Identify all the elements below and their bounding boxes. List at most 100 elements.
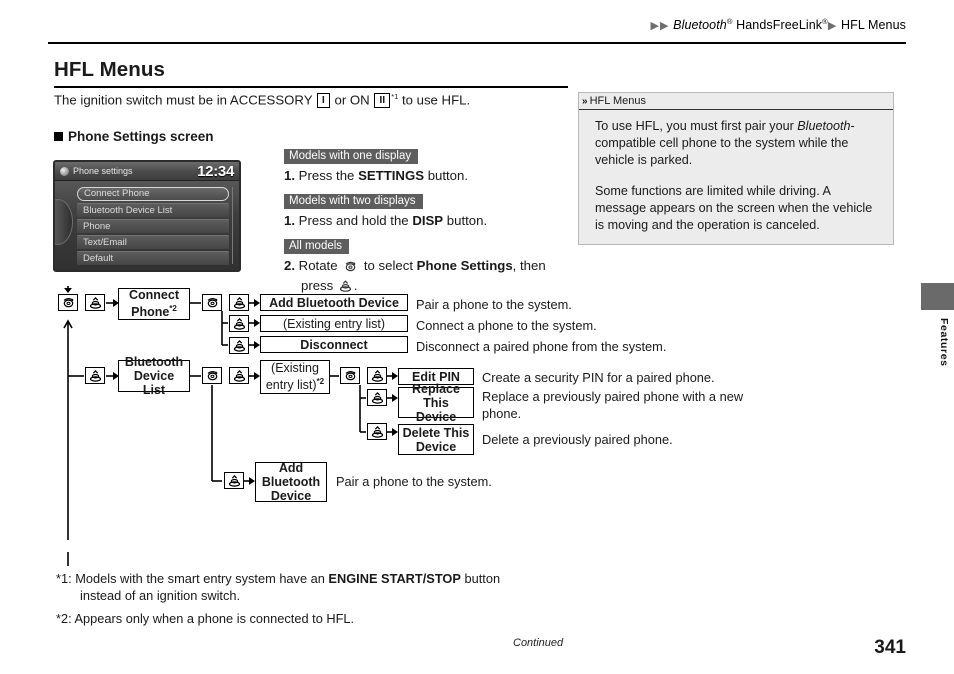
side-note-box: » HFL Menus To use HFL, you must first p… [578, 92, 894, 245]
press-knob-icon [224, 472, 244, 489]
rotary-knob-icon [343, 260, 358, 277]
flow-node-connect-phone[interactable]: Connect Phone*2 [118, 288, 190, 320]
screen-title-bar: Phone settings 12:34 [55, 162, 239, 181]
step-target-phone-settings: Phone Settings [416, 258, 513, 273]
side-note-paragraph-1: To use HFL, you must first pair your Blu… [595, 118, 881, 169]
flow-node-add-bluetooth-device-2[interactable]: Add Bluetooth Device [255, 461, 327, 503]
breadcrumb-arrow-icon: ▶ [660, 20, 669, 33]
continued-label: Continued [513, 637, 564, 649]
page-title: HFL Menus [54, 58, 165, 81]
footnote-1-text-a: Models with the smart entry system have … [75, 571, 325, 586]
step-text-mid: to select [363, 258, 413, 273]
breadcrumb: ▶▶ Bluetooth® HandsFreeLink®▶ HFL Menus [650, 17, 906, 32]
flow-desc-edit-pin: Create a security PIN for a paired phone… [482, 370, 715, 385]
section-subhead-label: Phone Settings screen [68, 129, 214, 144]
press-knob-icon [85, 294, 105, 311]
features-tab-marker [921, 283, 954, 310]
press-knob-icon [229, 337, 249, 354]
side-note-body: To use HFL, you must first pair your Blu… [579, 110, 893, 244]
footnote-2-marker: *2: [56, 611, 72, 626]
step-text-post: button. [446, 213, 488, 228]
screen-title-label: Phone settings [73, 166, 133, 176]
step-number: 2. [284, 258, 295, 273]
screen-menu-item-bluetooth-device-list[interactable]: Bluetooth Device List [77, 203, 229, 217]
footnote-1-line2: instead of an ignition switch. [80, 588, 241, 603]
step-text-pre: Rotate [298, 258, 338, 273]
flow-node-delete-this-device[interactable]: Delete This Device [398, 424, 474, 455]
screen-menu-item-text-email[interactable]: Text/Email [77, 235, 229, 249]
settings-gear-icon [60, 166, 69, 176]
header-divider [48, 42, 906, 44]
instruction-steps: Models with one display 1. Press the SET… [284, 146, 564, 304]
flow-node-existing-entry-list-2[interactable]: (Existing entry list)*2 [260, 360, 330, 394]
flow-node-existing-entry-list-2-label: (Existing entry list) [265, 361, 319, 393]
breadcrumb-segment-hfl-menus: HFL Menus [840, 18, 906, 33]
press-knob-icon [229, 315, 249, 332]
flow-desc-disconnect: Disconnect a paired phone from the syste… [416, 339, 667, 354]
intro-text-part3: to use HFL. [401, 92, 471, 108]
breadcrumb-arrow-icon: ▶ [827, 20, 837, 33]
tag-models-two-displays: Models with two displays [284, 193, 423, 209]
screen-menu-item-default[interactable]: Default [77, 251, 229, 265]
screen-menu-item-connect-phone[interactable]: Connect Phone [77, 187, 229, 201]
intro-text: The ignition switch must be in ACCESSORY… [54, 92, 471, 109]
intro-text-part2: or ON [334, 92, 370, 108]
flow-desc-delete-this-device: Delete a previously paired phone. [482, 432, 673, 447]
side-note-paragraph-2: Some functions are limited while driving… [595, 184, 873, 232]
side-note-header: » HFL Menus [579, 93, 893, 110]
tag-all-models: All models [284, 238, 350, 254]
flow-node-add-bluetooth-device-1[interactable]: Add Bluetooth Device [260, 294, 408, 311]
footnote-ref-1: *1 [391, 92, 399, 101]
side-note-p1-italic: Bluetooth [797, 119, 851, 133]
tag-models-one-display: Models with one display [284, 148, 419, 164]
step-text-line2-pre: press [301, 278, 334, 293]
flow-node-bluetooth-device-list[interactable]: Bluetooth Device List [118, 355, 190, 397]
page-number: 341 [874, 637, 906, 658]
side-note-title: HFL Menus [589, 95, 647, 107]
flow-desc-replace-this-device: Replace a previously paired phone with a… [482, 389, 744, 421]
screen-menu-item-phone[interactable]: Phone [77, 219, 229, 233]
screen-clock: 12:34 [197, 162, 234, 180]
screen-knob-graphic [55, 199, 73, 245]
bullet-square-icon [54, 132, 63, 141]
phone-settings-screenshot: Phone settings 12:34 Connect Phone Bluet… [53, 160, 241, 272]
features-tab-label: Features [938, 318, 950, 367]
flow-node-existing-entry-list-1[interactable]: (Existing entry list) [260, 315, 408, 332]
breadcrumb-segment-handsfreelink: HandsFreeLink [736, 18, 823, 33]
press-knob-icon [367, 367, 387, 384]
section-subhead: Phone Settings screen [54, 129, 214, 144]
step-text-pre: Press and hold the [298, 213, 409, 228]
flow-desc-add-bluetooth-device-2: Pair a phone to the system. [336, 474, 492, 489]
rotary-knob-icon [202, 367, 222, 384]
rotary-knob-icon [58, 294, 78, 311]
step-text-post: button. [427, 168, 469, 183]
rotary-knob-icon [202, 294, 222, 311]
step-number: 1. [284, 213, 295, 228]
manual-page: ▶▶ Bluetooth® HandsFreeLink®▶ HFL Menus … [0, 0, 954, 674]
flow-node-replace-this-device[interactable]: Replace This Device [398, 382, 474, 424]
flow-desc-add-bluetooth-device-1: Pair a phone to the system. [416, 297, 572, 312]
breadcrumb-segment-bluetooth: Bluetooth [673, 18, 727, 33]
screen-scrollbar [232, 187, 233, 264]
flow-node-disconnect[interactable]: Disconnect [260, 336, 408, 353]
intro-text-part1: The ignition switch must be in ACCESSORY [54, 92, 313, 108]
press-knob-icon [229, 294, 249, 311]
footnote-ref-2: *2 [169, 304, 177, 314]
footnote-1-bold: ENGINE START/STOP [328, 571, 461, 586]
step-number: 1. [284, 168, 295, 183]
chevron-double-right-icon: » [582, 95, 587, 107]
ignition-key-accessory: I [316, 93, 330, 109]
rotary-knob-icon [340, 367, 360, 384]
flow-desc-existing-entry-list-1: Connect a phone to the system. [416, 318, 597, 333]
press-knob-icon [367, 423, 387, 440]
press-knob-icon [229, 367, 249, 384]
step-text-post: , then [512, 258, 546, 273]
side-note-p1-a: To use HFL, you must first pair your [595, 119, 798, 133]
footnote-2: *2: Appears only when a phone is connect… [56, 610, 576, 627]
press-knob-icon [85, 367, 105, 384]
step-rotate-select: 2. Rotate to select Phone Settings, then… [284, 257, 564, 297]
step-two-displays: 1. Press and hold the DISP button. [284, 212, 564, 229]
registered-mark: ® [726, 17, 733, 26]
title-divider [54, 86, 568, 88]
breadcrumb-arrow-icon: ▶ [650, 20, 659, 33]
